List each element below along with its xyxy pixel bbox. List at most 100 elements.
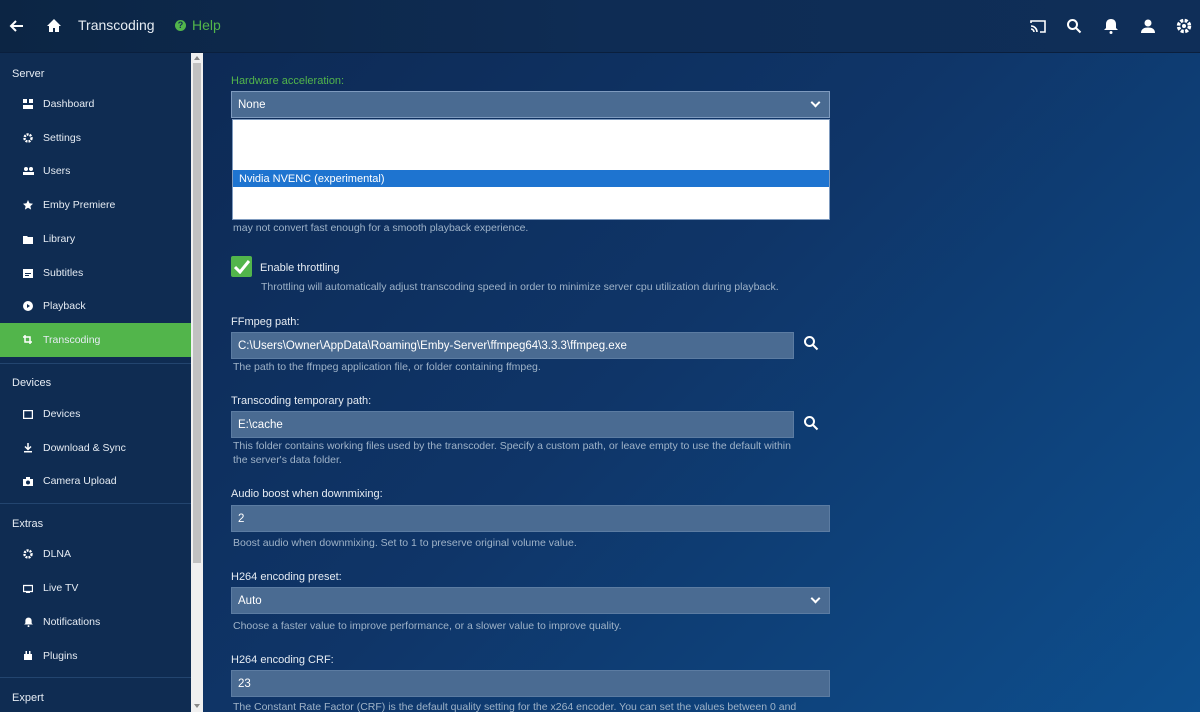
audio-boost-input[interactable]: 2 [231, 505, 830, 532]
h264-preset-select[interactable]: Auto [231, 587, 830, 614]
throttling-checkbox[interactable] [231, 256, 252, 277]
dropdown-option-selected[interactable]: Nvidia NVENC (experimental) [233, 170, 829, 187]
hw-accel-dropdown-list[interactable]: Nvidia NVENC (experimental) [232, 119, 830, 220]
sidebar-scrollbar[interactable] [191, 53, 203, 712]
sidebar-heading-extras: Extras [12, 518, 44, 530]
sidebar-item-label: Plugins [43, 650, 78, 662]
sidebar-divider [0, 503, 191, 504]
sidebar-item-download-sync[interactable]: Download & Sync [0, 431, 191, 465]
sidebar-heading-devices: Devices [12, 377, 52, 389]
hw-accel-value: None [238, 98, 266, 111]
sidebar-item-label: Playback [43, 300, 86, 312]
sidebar-item-settings[interactable]: Settings [0, 121, 191, 155]
sidebar-item-dlna[interactable]: DLNA [0, 537, 191, 571]
sidebar-item-label: Library [43, 233, 76, 245]
throttling-label: Enable throttling [260, 262, 340, 274]
temp-path-hint-line1: This folder contains working files used … [233, 440, 791, 452]
help-link[interactable]: ? Help [175, 17, 221, 33]
dropdown-option[interactable] [233, 137, 829, 154]
sidebar-item-label: Transcoding [43, 334, 101, 346]
sidebar-item-label: Subtitles [43, 267, 84, 279]
help-label: Help [192, 17, 221, 33]
camera-icon [22, 475, 34, 487]
users-icon [22, 165, 34, 177]
tablet-icon [22, 408, 34, 420]
play-circle-icon [22, 300, 34, 312]
temp-path-input[interactable]: E:\cache [231, 411, 794, 438]
hw-accel-hint: may not convert fast enough for a smooth… [233, 222, 529, 234]
chevron-down-icon [810, 593, 821, 604]
sidebar-heading-server: Server [12, 68, 45, 80]
search-icon[interactable] [803, 415, 821, 433]
dropdown-option[interactable] [233, 120, 829, 137]
home-icon[interactable] [44, 16, 64, 36]
ffmpeg-path-label: FFmpeg path: [231, 316, 300, 328]
h264-crf-label: H264 encoding CRF: [231, 654, 334, 666]
audio-boost-hint: Boost audio when downmixing. Set to 1 to… [233, 537, 577, 549]
sidebar-item-notifications[interactable]: Notifications [0, 605, 191, 639]
back-arrow-icon[interactable] [7, 16, 27, 36]
ffmpeg-path-hint: The path to the ffmpeg application file,… [233, 361, 541, 373]
dropdown-option[interactable] [233, 153, 829, 170]
sidebar-item-playback[interactable]: Playback [0, 289, 191, 323]
sidebar-item-label: Camera Upload [43, 475, 117, 487]
sidebar-item-camera-upload[interactable]: Camera Upload [0, 464, 191, 498]
sidebar-item-plugins[interactable]: Plugins [0, 639, 191, 673]
sidebar-item-label: Download & Sync [43, 442, 126, 454]
dropdown-option[interactable] [233, 187, 829, 204]
sidebar-item-dashboard[interactable]: Dashboard [0, 87, 191, 121]
chevron-down-icon [810, 97, 821, 108]
search-icon[interactable] [1064, 16, 1084, 36]
page-title: Transcoding [78, 17, 155, 33]
download-icon [22, 442, 34, 454]
bell-icon [22, 616, 34, 628]
audio-boost-label: Audio boost when downmixing: [231, 488, 383, 500]
sidebar-item-label: Users [43, 165, 71, 177]
sidebar-item-live-tv[interactable]: Live TV [0, 571, 191, 605]
ffmpeg-path-input[interactable]: C:\Users\Owner\AppData\Roaming\Emby-Serv… [231, 332, 794, 359]
sidebar-item-subtitles[interactable]: Subtitles [0, 256, 191, 290]
hw-accel-label: Hardware acceleration: [231, 75, 345, 87]
cast-icon[interactable] [1028, 16, 1048, 36]
tv-icon [22, 582, 34, 594]
sidebar-item-users[interactable]: Users [0, 154, 191, 188]
hw-accel-select[interactable]: None [231, 91, 830, 118]
dashboard-icon [22, 98, 34, 110]
sidebar-item-emby-premiere[interactable]: Emby Premiere [0, 188, 191, 222]
user-icon[interactable] [1138, 16, 1158, 36]
folder-icon [22, 233, 34, 245]
bell-icon[interactable] [1101, 16, 1121, 36]
scrollbar-thumb[interactable] [193, 63, 201, 563]
sidebar-item-label: Notifications [43, 616, 101, 628]
sidebar-divider [0, 363, 191, 364]
settings-gear-icon[interactable] [1174, 16, 1194, 36]
sidebar-item-label: Emby Premiere [43, 199, 116, 211]
sidebar-item-label: DLNA [43, 548, 72, 560]
transcode-icon [22, 334, 34, 346]
sidebar-item-transcoding[interactable]: Transcoding [0, 323, 191, 357]
sidebar-item-devices[interactable]: Devices [0, 397, 191, 431]
sidebar-item-label: Live TV [43, 582, 79, 594]
sidebar: Server Dashboard Settings Users Emby Pre… [0, 53, 191, 712]
scroll-down-arrow-icon[interactable] [194, 704, 200, 708]
sidebar-item-label: Settings [43, 132, 81, 144]
dropdown-option[interactable] [233, 203, 829, 220]
subtitles-icon [22, 267, 34, 279]
plugin-icon [22, 650, 34, 662]
gear-icon [22, 548, 34, 560]
sidebar-item-label: Devices [43, 408, 81, 420]
h264-preset-value: Auto [238, 594, 262, 607]
h264-preset-label: H264 encoding preset: [231, 571, 342, 583]
scroll-up-arrow-icon[interactable] [194, 56, 200, 60]
h264-crf-hint: The Constant Rate Factor (CRF) is the de… [233, 701, 797, 712]
search-icon[interactable] [803, 335, 821, 353]
sidebar-item-label: Dashboard [43, 98, 95, 110]
temp-path-hint-line2: the server's data folder. [233, 454, 342, 466]
help-icon: ? [175, 19, 186, 31]
h264-crf-input[interactable]: 23 [231, 670, 830, 697]
sidebar-divider [0, 677, 191, 678]
temp-path-label: Transcoding temporary path: [231, 395, 372, 407]
checkmark-icon [233, 259, 250, 274]
h264-preset-hint: Choose a faster value to improve perform… [233, 620, 622, 632]
sidebar-item-library[interactable]: Library [0, 222, 191, 256]
